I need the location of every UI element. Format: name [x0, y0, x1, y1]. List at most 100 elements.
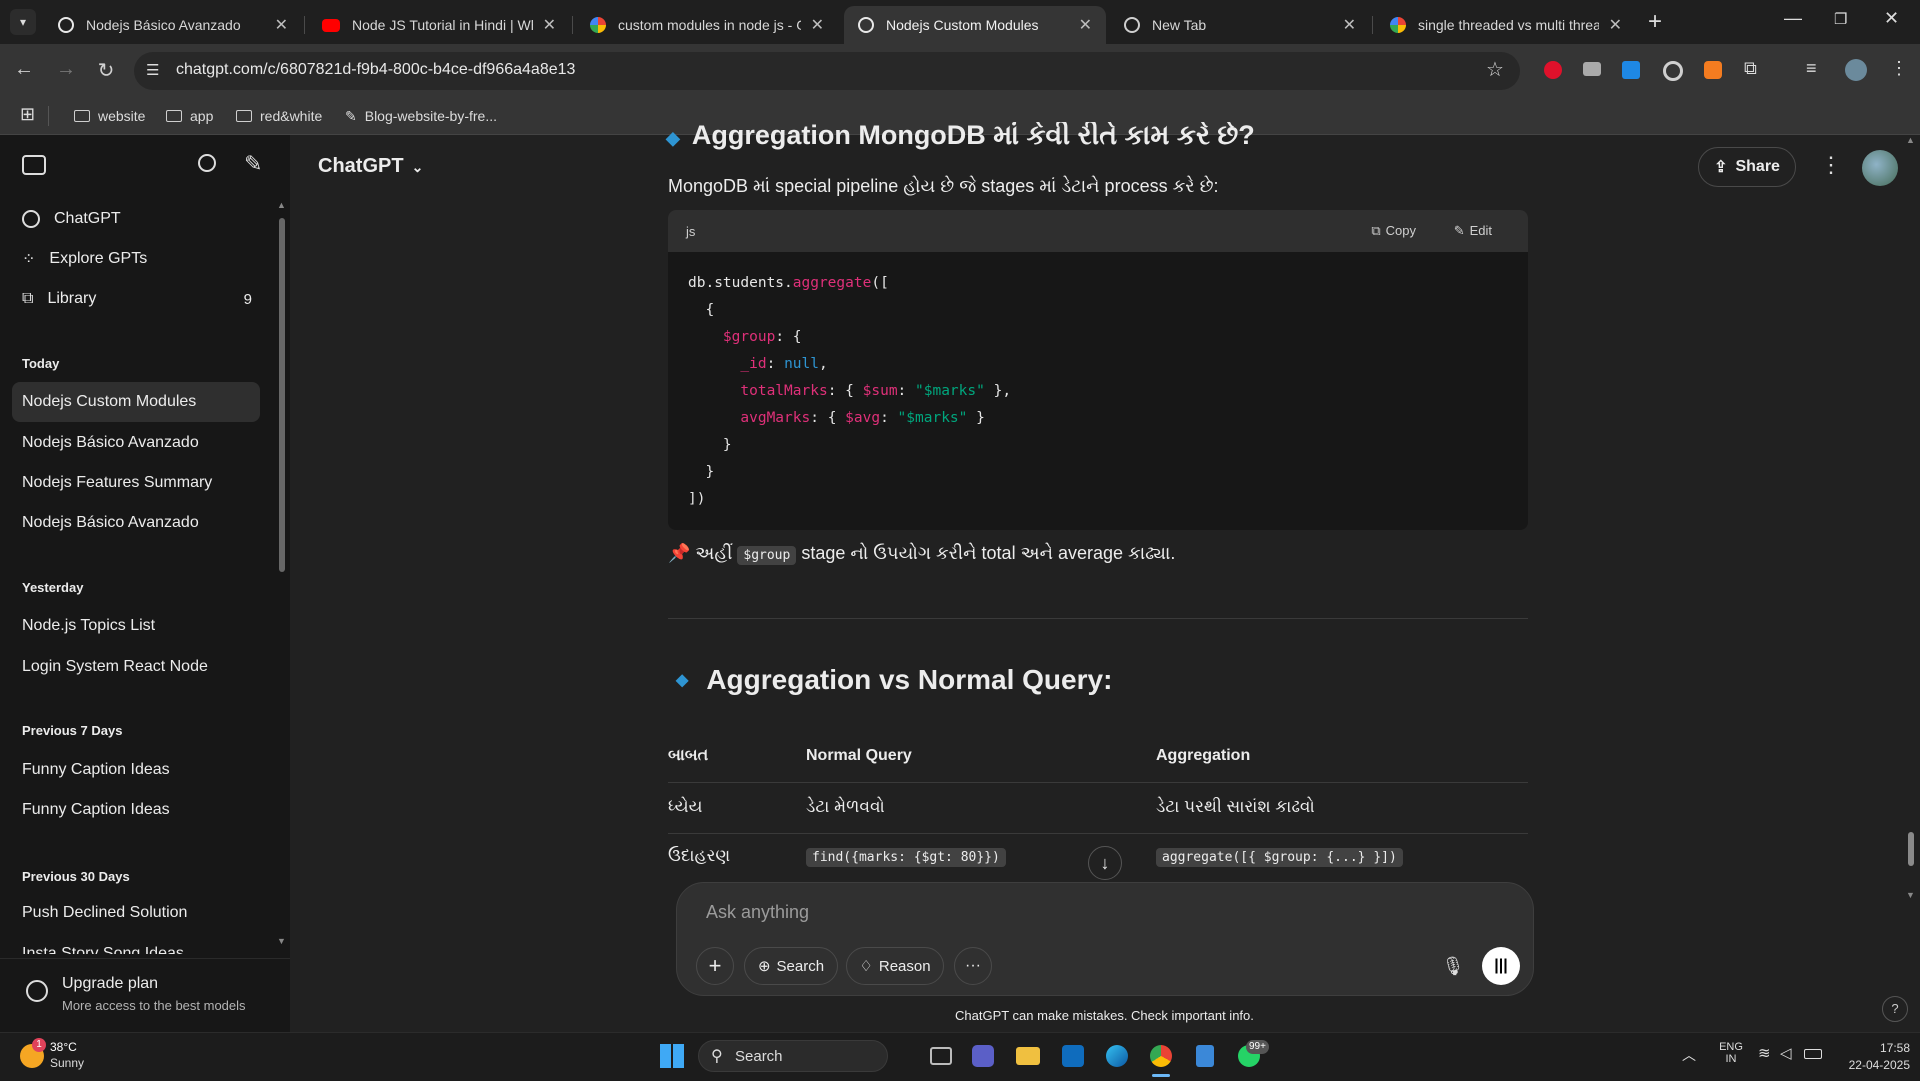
code-language: js [686, 223, 696, 239]
battery-icon[interactable] [1804, 1049, 1822, 1059]
tab-title: Node JS Tutorial in Hindi | What [352, 17, 533, 33]
lightbulb-icon: ♢ [859, 958, 873, 975]
close-icon[interactable]: ✕ [1343, 15, 1356, 35]
extension-blue-icon[interactable] [1622, 61, 1640, 79]
table-header: Normal Query [806, 747, 912, 764]
apps-grid-icon[interactable]: ⊞ [20, 104, 35, 125]
chat-item[interactable]: Nodejs Features Summary [12, 463, 260, 503]
scroll-down-icon[interactable]: ▼ [277, 936, 286, 946]
extension-orange-icon[interactable] [1704, 61, 1722, 79]
media-control-icon[interactable]: ≡ [1806, 58, 1817, 79]
new-tab-button[interactable]: + [1648, 8, 1662, 36]
scroll-to-bottom-button[interactable]: ↓ [1088, 846, 1122, 880]
close-icon[interactable]: ✕ [1609, 15, 1622, 35]
chat-item[interactable]: Node.js Topics List [12, 606, 260, 646]
prompt-input[interactable]: Ask anything [706, 902, 1486, 923]
intro-paragraph: MongoDB માં special pipeline હોય છે જે s… [668, 176, 1219, 196]
task-view-icon[interactable] [930, 1047, 952, 1065]
windows-start-icon[interactable] [660, 1044, 684, 1068]
chat-item[interactable]: Funny Caption Ideas [12, 750, 260, 790]
voice-mode-button[interactable]: ||| [1482, 947, 1520, 985]
copy-code-button[interactable]: ⧉ Copy [1371, 223, 1416, 239]
sidebar-scrollbar[interactable] [279, 218, 285, 572]
taskbar-search[interactable]: ⚲ Search [698, 1040, 888, 1072]
site-info-icon[interactable]: ☰ [146, 61, 159, 79]
extensions-puzzle-icon[interactable]: ⧉ [1744, 58, 1757, 79]
outlook-icon[interactable] [1062, 1045, 1084, 1067]
tab-4[interactable]: New Tab ✕ [1110, 6, 1370, 44]
user-avatar[interactable] [1862, 150, 1898, 186]
language-indicator[interactable]: ENG IN [1716, 1041, 1746, 1065]
close-icon[interactable]: ✕ [275, 15, 288, 35]
back-icon[interactable]: ← [10, 58, 38, 81]
page-scroll-down-icon[interactable]: ▼ [1906, 890, 1915, 900]
search-button[interactable]: ⊕ Search [744, 947, 838, 985]
bookmark-website[interactable]: website [74, 103, 145, 129]
forward-icon[interactable]: → [52, 58, 80, 81]
clock[interactable]: 17:58 22-04-2025 [1834, 1040, 1910, 1074]
extension-target-icon[interactable] [1663, 61, 1683, 81]
chat-item[interactable]: Login System React Node [12, 647, 260, 687]
new-chat-icon[interactable]: ✎ [244, 151, 262, 177]
tab-search-button[interactable]: ▾ [10, 9, 36, 35]
wifi-icon[interactable]: ≋ [1758, 1044, 1771, 1062]
restore-button[interactable]: ❐ [1834, 10, 1847, 28]
volume-icon[interactable]: ◁ [1780, 1044, 1792, 1062]
edit-code-button[interactable]: ✎ Edit [1454, 223, 1492, 239]
reason-button[interactable]: ♢ Reason [846, 947, 944, 985]
table-cell: ડેટા મેળવવો [806, 797, 885, 816]
edit-icon: ✎ [1453, 223, 1465, 238]
page-scrollbar[interactable] [1908, 832, 1914, 866]
teams-icon[interactable] [972, 1045, 994, 1067]
chat-item-active[interactable]: Nodejs Custom Modules [12, 382, 260, 422]
chat-item[interactable]: Funny Caption Ideas [12, 790, 260, 830]
chat-item[interactable]: Push Declined Solution [12, 893, 260, 933]
notepad-icon[interactable] [1196, 1045, 1214, 1067]
tab-1[interactable]: Node JS Tutorial in Hindi | What ✕ [308, 6, 570, 44]
close-icon[interactable]: ✕ [811, 15, 824, 35]
bookmark-blog[interactable]: ✎ Blog-website-by-fre... [345, 103, 497, 129]
minimize-button[interactable]: — [1784, 8, 1802, 29]
bookmark-star-icon[interactable]: ☆ [1486, 57, 1504, 82]
model-selector[interactable]: ChatGPT ⌄ [318, 155, 423, 178]
close-icon[interactable]: ✕ [543, 15, 556, 35]
upgrade-plan-button[interactable]: Upgrade plan More access to the best mod… [12, 968, 272, 1018]
extension-red-icon[interactable] [1544, 61, 1562, 79]
close-icon[interactable]: ✕ [1079, 15, 1092, 35]
attach-button[interactable]: + [696, 947, 734, 985]
bookmark-red-white[interactable]: red&white [236, 103, 322, 129]
microphone-icon[interactable]: 🎙︎ [1434, 947, 1472, 985]
section-title: Yesterday [22, 580, 84, 595]
chat-item[interactable]: Insta Story Song Ideas [12, 934, 260, 954]
more-options-icon[interactable]: ⋮ [1820, 152, 1842, 178]
show-hidden-icons[interactable]: ︿ [1682, 1045, 1696, 1065]
search-chats-icon[interactable] [198, 154, 216, 172]
tab-2[interactable]: custom modules in node js - Go ✕ [576, 6, 838, 44]
reload-icon[interactable]: ↻ [92, 58, 120, 83]
share-button[interactable]: ⇪ Share [1698, 147, 1796, 187]
chat-item[interactable]: Nodejs Básico Avanzado [12, 503, 260, 543]
browser-menu-icon[interactable]: ⋮ [1890, 58, 1908, 79]
chrome-icon[interactable] [1150, 1045, 1172, 1067]
profile-avatar[interactable] [1845, 59, 1867, 81]
chat-item[interactable]: Nodejs Básico Avanzado [12, 423, 260, 463]
tab-3[interactable]: Nodejs Custom Modules ✕ [844, 6, 1106, 44]
help-button[interactable]: ? [1882, 996, 1908, 1022]
bookmark-app[interactable]: app [166, 103, 213, 129]
tab-title: Nodejs Básico Avanzado [86, 17, 241, 33]
page-scroll-up-icon[interactable]: ▲ [1906, 135, 1915, 145]
weather-widget[interactable]: 1 38°C Sunny [18, 1038, 138, 1074]
sidebar-item-library[interactable]: ⧉ Library 9 [12, 279, 260, 319]
sidebar-item-explore-gpts[interactable]: ⁘ Explore GPTs [12, 239, 260, 279]
file-explorer-icon[interactable] [1016, 1047, 1040, 1065]
more-tools-button[interactable]: ··· [954, 947, 992, 985]
active-app-indicator [1152, 1074, 1170, 1077]
tab-0[interactable]: Nodejs Básico Avanzado ✕ [44, 6, 302, 44]
edge-icon[interactable] [1106, 1045, 1128, 1067]
sidebar-item-chatgpt[interactable]: ChatGPT [12, 199, 260, 239]
tab-5[interactable]: single threaded vs multi thread ✕ [1376, 6, 1636, 44]
close-window-button[interactable]: ✕ [1884, 8, 1899, 29]
camera-icon[interactable] [1583, 62, 1601, 76]
scroll-up-icon[interactable]: ▲ [277, 200, 286, 210]
sidebar-toggle-icon[interactable] [22, 155, 46, 175]
